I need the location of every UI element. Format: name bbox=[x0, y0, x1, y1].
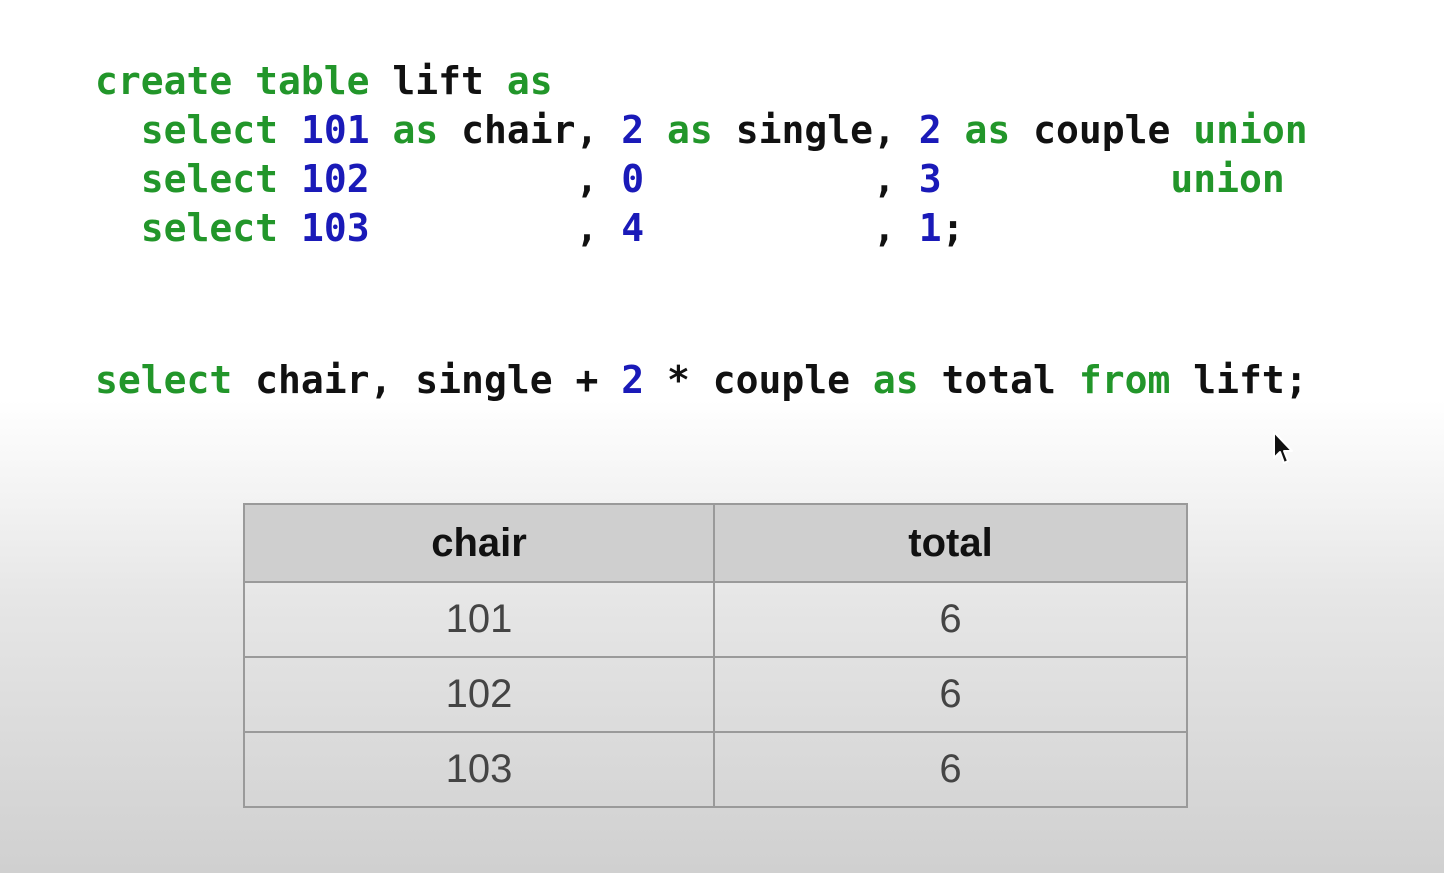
sql-keyword: from bbox=[1078, 358, 1171, 402]
sql-number: 2 bbox=[621, 358, 645, 402]
sql-identifier bbox=[942, 157, 1171, 201]
sql-keyword: as bbox=[392, 108, 439, 152]
sql-keyword: create table bbox=[95, 59, 370, 103]
sql-identifier: chair, bbox=[438, 108, 622, 152]
sql-identifier: ; bbox=[941, 206, 965, 250]
sql-identifier bbox=[95, 108, 141, 152]
sql-identifier bbox=[95, 206, 141, 250]
sql-number: 103 bbox=[300, 206, 370, 250]
sql-identifier: , bbox=[369, 157, 622, 201]
sql-keyword: as bbox=[872, 358, 919, 402]
sql-identifier: single, bbox=[712, 108, 919, 152]
sql-identifier: lift bbox=[369, 59, 507, 103]
sql-keyword: select bbox=[140, 206, 279, 250]
sql-keyword: select bbox=[140, 108, 279, 152]
sql-identifier: , bbox=[369, 206, 622, 250]
sql-identifier: couple bbox=[1010, 108, 1194, 152]
sql-keyword: as bbox=[667, 108, 713, 152]
sql-keyword: as bbox=[964, 108, 1011, 152]
sql-number: 2 bbox=[621, 108, 645, 152]
cell-chair: 102 bbox=[242, 656, 716, 733]
sql-identifier bbox=[278, 157, 301, 201]
create-table-code: create table lift as select 101 as chair… bbox=[95, 57, 1308, 253]
code-line: select chair, single + 2 * couple as tot… bbox=[95, 356, 1308, 405]
cell-total: 6 bbox=[713, 581, 1188, 658]
table-header-row: chair total bbox=[242, 503, 1188, 583]
sql-identifier: total bbox=[918, 358, 1079, 402]
cell-chair: 101 bbox=[242, 581, 716, 658]
sql-keyword: select bbox=[140, 157, 279, 201]
sql-identifier bbox=[278, 108, 301, 152]
cell-total: 6 bbox=[713, 731, 1188, 808]
sql-identifier: , bbox=[644, 157, 919, 201]
column-header-chair: chair bbox=[242, 503, 716, 583]
code-line: create table lift as bbox=[95, 57, 1308, 106]
code-line: select 103 , 4 , 1; bbox=[95, 204, 1308, 253]
sql-number: 0 bbox=[621, 157, 645, 201]
sql-identifier bbox=[942, 108, 965, 152]
table-row: 102 6 bbox=[242, 656, 1188, 733]
sql-number: 2 bbox=[918, 108, 942, 152]
sql-number: 101 bbox=[300, 108, 370, 152]
sql-number: 3 bbox=[918, 157, 942, 201]
sql-identifier: , bbox=[644, 206, 919, 250]
sql-number: 1 bbox=[918, 206, 942, 250]
sql-keyword: select bbox=[95, 358, 233, 402]
select-query-code: select chair, single + 2 * couple as tot… bbox=[95, 356, 1308, 405]
code-line: select 101 as chair, 2 as single, 2 as c… bbox=[95, 106, 1308, 155]
sql-identifier: * couple bbox=[644, 358, 873, 402]
sql-identifier bbox=[644, 108, 667, 152]
table-row: 103 6 bbox=[242, 731, 1188, 808]
sql-number: 102 bbox=[300, 157, 370, 201]
sql-keyword: as bbox=[506, 59, 553, 103]
cell-total: 6 bbox=[713, 656, 1188, 733]
sql-number: 4 bbox=[621, 206, 645, 250]
result-table: chair total 101 6 102 6 103 6 bbox=[242, 503, 1188, 808]
sql-identifier: chair, single + bbox=[232, 358, 622, 402]
code-line: select 102 , 0 , 3 union bbox=[95, 155, 1308, 204]
table-row: 101 6 bbox=[242, 581, 1188, 658]
column-header-total: total bbox=[713, 503, 1188, 583]
cell-chair: 103 bbox=[242, 731, 716, 808]
sql-keyword: union bbox=[1170, 157, 1285, 201]
sql-identifier bbox=[370, 108, 393, 152]
sql-identifier: lift; bbox=[1170, 358, 1308, 402]
sql-identifier bbox=[95, 157, 141, 201]
sql-keyword: union bbox=[1193, 108, 1308, 152]
sql-identifier bbox=[278, 206, 301, 250]
mouse-pointer-icon bbox=[1273, 431, 1293, 464]
